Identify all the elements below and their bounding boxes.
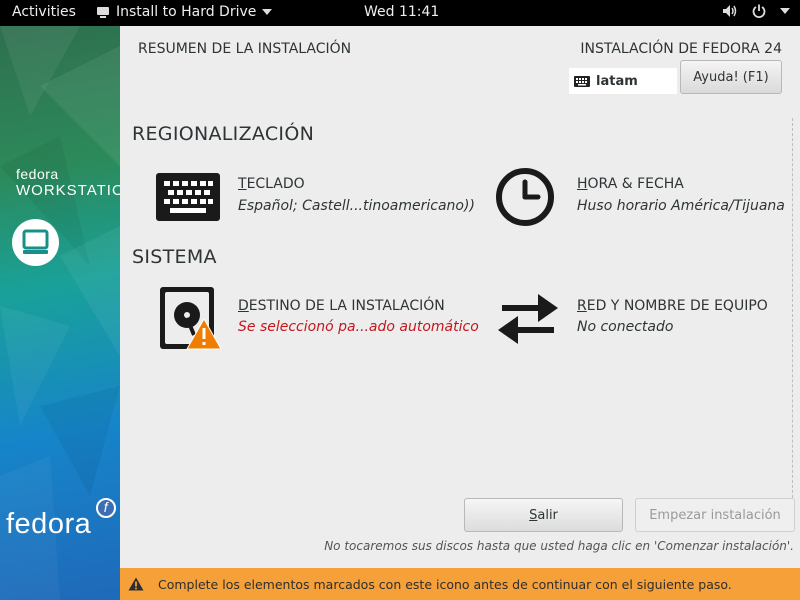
installation-destination-status: Se seleccionó pa...ado automático [238,319,479,335]
keyboard-layout-label: latam [596,73,638,89]
category-localization: REGIONALIZACIÓN [132,123,315,145]
network-arrows-icon [498,294,558,344]
keyboard-spoke-title: TECLADO [238,176,305,192]
warning-bar-text: Complete los elementos marcados con este… [158,576,732,592]
network-hostname-spoke[interactable]: RED Y NOMBRE DE EQUIPO No conectado [496,288,796,350]
help-button[interactable]: Ayuda! (F1) [680,60,782,94]
fedora-logo: fedora f [6,498,116,541]
volume-icon [723,5,737,17]
network-spoke-title: RED Y NOMBRE DE EQUIPO [577,298,768,314]
app-menu[interactable]: Install to Hard Drive [96,4,273,20]
app-menu-label: Install to Hard Drive [116,4,257,20]
sidebar: fedora WORKSTATION fedora f [0,26,120,600]
disk-safety-note: No tocaremos sus discos hasta que usted … [324,539,794,553]
warning-icon [128,577,144,591]
clock-icon [496,168,554,226]
network-spoke-status: No conectado [577,319,674,335]
keyboard-icon [156,173,220,221]
warning-bar: Complete los elementos marcados con este… [120,568,800,600]
installation-summary: RESUMEN DE LA INSTALACIÓN INSTALACIÓN DE… [120,26,800,600]
keyboard-layout-indicator[interactable]: latam [569,68,677,94]
keyboard-spoke[interactable]: TECLADO Español; Castell...tinoamericano… [156,169,476,229]
install-hub-icon [12,219,59,266]
clock[interactable]: Wed 11:41 [364,4,439,20]
keyboard-icon [574,75,590,87]
category-system: SISTEMA [132,246,217,268]
system-tray[interactable] [722,4,790,18]
top-bar: Activities Install to Hard Drive Wed 11:… [0,0,800,26]
datetime-spoke[interactable]: HORA & FECHA Huso horario América/Tijuan… [494,166,794,230]
installer-app-icon [97,7,109,18]
datetime-spoke-title: HORA & FECHA [577,176,684,192]
installation-destination-title: DESTINO DE LA INSTALACIÓN [238,298,445,314]
power-icon [752,4,766,18]
fedora-workstation-logo: fedora WORKSTATION [16,166,120,199]
product-title: INSTALACIÓN DE FEDORA 24 [580,41,782,57]
begin-installation-button[interactable]: Empezar instalación [635,498,795,532]
page-title: RESUMEN DE LA INSTALACIÓN [138,41,352,57]
chevron-down-icon [262,9,273,15]
keyboard-spoke-status: Español; Castell...tinoamericano)) [238,198,475,214]
quit-button[interactable]: Salir [464,498,623,532]
chevron-down-icon [780,8,790,14]
fedora-infinity-icon: f [96,498,116,518]
activities-button[interactable]: Activities [12,4,76,20]
hard-disk-icon [160,287,222,350]
datetime-spoke-status: Huso horario América/Tijuana [577,198,785,214]
installation-destination-spoke[interactable]: DESTINO DE LA INSTALACIÓN Se seleccionó … [158,285,479,353]
